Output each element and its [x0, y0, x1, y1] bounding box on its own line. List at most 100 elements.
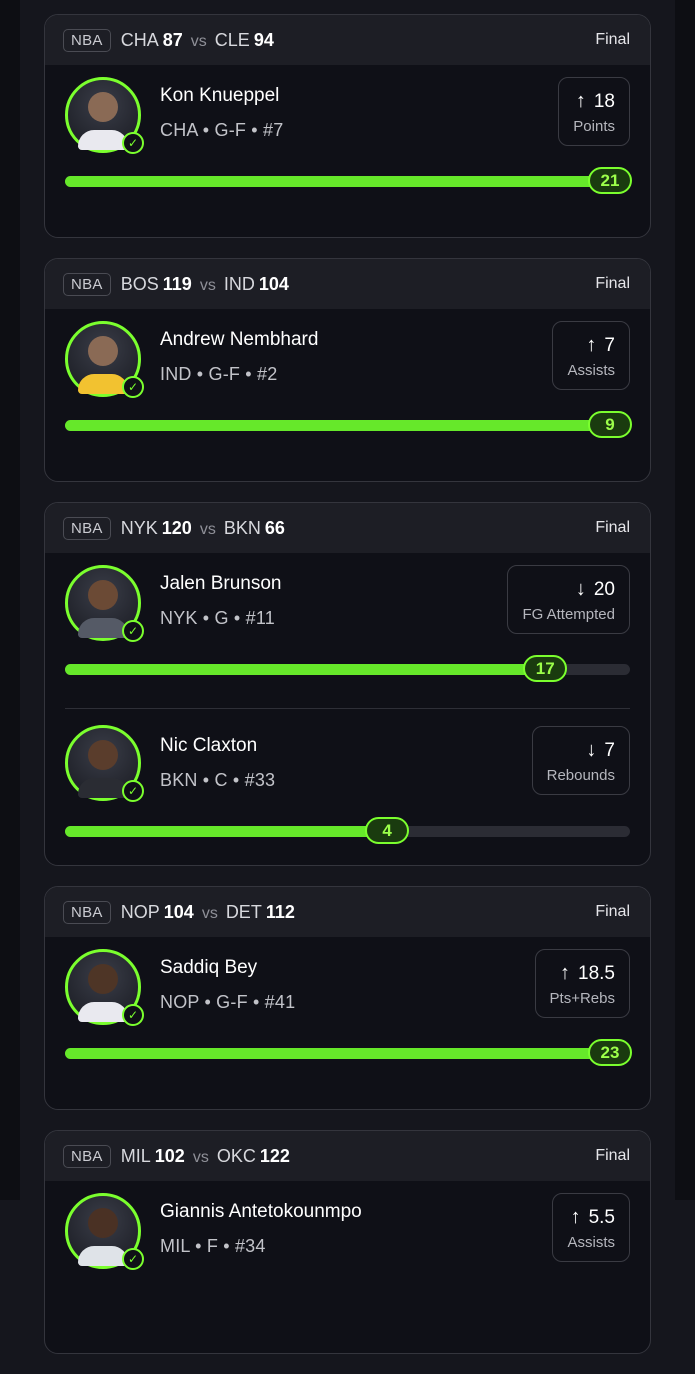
player-meta: IND • G-F • #2 — [160, 364, 278, 384]
score-home: 119 — [162, 273, 192, 294]
score-away: 104 — [258, 273, 289, 294]
stat-line-box: ↑ 7 Assists — [552, 321, 630, 390]
game-status: Final — [595, 519, 630, 536]
player-name: Nic Claxton — [160, 735, 258, 756]
result-pill: 21 — [588, 167, 632, 194]
avatar-jersey — [78, 130, 128, 150]
stat-line-box: ↑ 18 Points — [558, 77, 630, 146]
player-name: Kon Knueppel — [160, 85, 280, 106]
stat-line-value: 20 — [593, 578, 615, 600]
vs-label: vs — [190, 32, 207, 50]
player-avatar: ✓ — [65, 725, 144, 802]
progress-fill — [65, 664, 546, 675]
check-icon: ✓ — [122, 376, 144, 398]
stat-label: FG Attempted — [522, 606, 615, 623]
avatar-jersey — [78, 1246, 128, 1266]
avatar-head — [88, 740, 118, 770]
stat-line-box: ↑ 5.5 Assists — [552, 1193, 630, 1262]
progress-fill — [65, 176, 630, 187]
stat-label: Assists — [567, 362, 615, 379]
check-icon: ✓ — [122, 1004, 144, 1026]
progress-track: 4 — [65, 817, 630, 844]
game-card[interactable]: NBA BOS 119 vs IND 104 Final ✓ Andrew Ne… — [44, 258, 651, 482]
team-away: BKN — [223, 517, 261, 538]
player-avatar: ✓ — [65, 949, 144, 1026]
player-meta: BKN • C • #33 — [160, 770, 276, 790]
arrow-up-icon: ↑ — [560, 962, 571, 984]
avatar-jersey — [78, 374, 128, 394]
game-header: NBA MIL 102 vs OKC 122 Final — [45, 1131, 650, 1181]
score-home: 104 — [163, 901, 194, 922]
team-away: DET — [225, 901, 262, 922]
player-avatar: ✓ — [65, 565, 144, 642]
avatar-head — [88, 92, 118, 122]
stat-line-value: 18 — [593, 90, 615, 112]
stat-line-value: 18.5 — [578, 962, 615, 984]
arrow-down-icon: ↓ — [586, 739, 597, 761]
game-header: NBA NOP 104 vs DET 112 Final — [45, 887, 650, 937]
player-name: Andrew Nembhard — [160, 329, 319, 350]
team-away: CLE — [214, 29, 250, 50]
matchup: NYK 120 vs BKN 66 — [121, 518, 285, 539]
stat-line: ↑ 18 — [573, 90, 615, 113]
check-icon: ✓ — [122, 1248, 144, 1270]
avatar-jersey — [78, 1002, 128, 1022]
matchup: NOP 104 vs DET 112 — [121, 902, 295, 923]
avatar-head — [88, 580, 118, 610]
player-avatar: ✓ — [65, 77, 144, 154]
player-name: Giannis Antetokounmpo — [160, 1201, 362, 1222]
score-home: 120 — [161, 517, 192, 538]
progress-track: 9 — [65, 411, 632, 438]
stat-line-box: ↓ 20 FG Attempted — [507, 565, 630, 634]
game-card[interactable]: NBA NYK 120 vs BKN 66 Final ✓ Jalen Brun… — [44, 502, 651, 866]
avatar-head — [88, 336, 118, 366]
player-row[interactable]: ✓ Kon Knueppel CHA • G-F • #7 ↑ 18 Point… — [45, 65, 650, 237]
player-row[interactable]: ✓ Giannis Antetokounmpo MIL • F • #34 ↑ … — [45, 1181, 650, 1353]
check-icon: ✓ — [122, 780, 144, 802]
player-meta: CHA • G-F • #7 — [160, 120, 284, 140]
prop-results-feed: NBA CHA 87 vs CLE 94 Final ✓ Kon Knueppe… — [44, 14, 651, 1374]
player-row[interactable]: ✓ Andrew Nembhard IND • G-F • #2 ↑ 7 Ass… — [45, 309, 650, 481]
stat-line: ↑ 7 — [567, 334, 615, 357]
game-card[interactable]: NBA CHA 87 vs CLE 94 Final ✓ Kon Knueppe… — [44, 14, 651, 238]
league-badge: NBA — [63, 900, 111, 924]
player-avatar: ✓ — [65, 321, 144, 398]
player-info: Jalen Brunson NYK • G • #11 — [160, 573, 281, 629]
vs-label: vs — [201, 904, 218, 922]
result-pill: 4 — [365, 817, 410, 844]
team-home: CHA — [120, 29, 159, 50]
score-away: 94 — [253, 29, 274, 50]
progress-track: 23 — [65, 1039, 632, 1066]
avatar-jersey — [78, 778, 128, 798]
team-away: IND — [223, 273, 255, 294]
vs-label: vs — [192, 1148, 209, 1166]
stat-label: Rebounds — [546, 767, 615, 784]
stat-line: ↓ 20 — [522, 578, 615, 601]
left-gutter — [0, 0, 20, 1200]
game-card[interactable]: NBA NOP 104 vs DET 112 Final ✓ Saddiq Be… — [44, 886, 651, 1110]
player-name: Jalen Brunson — [160, 573, 282, 594]
team-home: MIL — [120, 1145, 151, 1166]
game-card[interactable]: NBA MIL 102 vs OKC 122 Final ✓ Giannis A… — [44, 1130, 651, 1354]
player-row[interactable]: ✓ Nic Claxton BKN • C • #33 ↓ 7 Rebounds… — [65, 708, 630, 865]
player-info: Nic Claxton BKN • C • #33 — [160, 735, 275, 791]
avatar-head — [88, 964, 118, 994]
result-pill: 23 — [588, 1039, 632, 1066]
game-header: NBA CHA 87 vs CLE 94 Final — [45, 15, 650, 65]
stat-line-value: 7 — [604, 334, 615, 356]
player-info: Andrew Nembhard IND • G-F • #2 — [160, 329, 318, 385]
check-icon: ✓ — [122, 620, 144, 642]
league-badge: NBA — [63, 1144, 111, 1168]
game-header: NBA BOS 119 vs IND 104 Final — [45, 259, 650, 309]
stat-line: ↑ 5.5 — [567, 1206, 615, 1229]
score-home: 102 — [154, 1145, 185, 1166]
avatar-jersey — [78, 618, 128, 638]
player-info: Saddiq Bey NOP • G-F • #41 — [160, 957, 295, 1013]
stat-line: ↓ 7 — [547, 739, 615, 762]
player-info: Kon Knueppel CHA • G-F • #7 — [160, 85, 283, 141]
player-row[interactable]: ✓ Saddiq Bey NOP • G-F • #41 ↑ 18.5 Pts+… — [45, 937, 650, 1109]
progress-fill — [65, 1048, 630, 1059]
player-row[interactable]: ✓ Jalen Brunson NYK • G • #11 ↓ 20 FG At… — [45, 553, 650, 708]
result-pill: 9 — [588, 411, 632, 438]
game-status: Final — [595, 903, 630, 920]
